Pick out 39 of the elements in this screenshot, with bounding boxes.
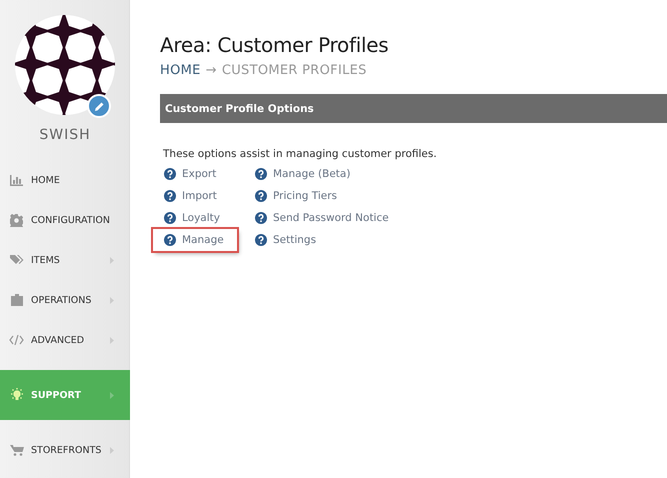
description-text: These options assist in managing customer profiles. [163, 148, 438, 160]
help-icon [255, 190, 267, 202]
help-link[interactable]: Manage [153, 229, 237, 251]
page-title: Area: Customer Profiles [160, 33, 390, 57]
breadcrumb-current: CUSTOMER PROFILES [222, 63, 367, 78]
help-icon [164, 190, 176, 202]
lightbulb-icon [10, 388, 24, 402]
help-icon [164, 168, 176, 180]
nav-item[interactable]: ADVANCED [0, 320, 130, 360]
help-link[interactable]: Import [164, 185, 255, 207]
help-link[interactable]: Settings [255, 229, 389, 251]
help-link[interactable]: Manage (Beta) [255, 163, 389, 185]
help-link[interactable]: Loyalty [164, 207, 255, 229]
nav-item[interactable]: ITEMS [0, 240, 130, 280]
code-icon [9, 335, 24, 345]
help-icon [255, 212, 267, 224]
clipboard-icon [10, 294, 22, 306]
help-icon [255, 168, 267, 180]
bar-chart-icon [10, 174, 23, 186]
nav-item[interactable]: STOREFRONTS [0, 430, 130, 470]
help-icon [164, 212, 176, 224]
gear-icon [10, 214, 23, 226]
breadcrumb-arrow: → [206, 63, 217, 78]
chevron-icon [110, 392, 114, 398]
nav-item[interactable]: CONFIGURATION [0, 200, 130, 240]
help-link[interactable]: Export [164, 163, 255, 185]
breadcrumb-link[interactable]: HOME [160, 63, 201, 78]
help-icon [255, 234, 267, 246]
cart-icon [10, 444, 24, 456]
help-icon [164, 234, 176, 246]
edit-icon[interactable] [87, 94, 111, 118]
nav-item[interactable]: SUPPORT [0, 370, 130, 420]
nav-item[interactable]: HOME [0, 160, 130, 200]
panel-header: Customer Profile Options [160, 94, 667, 123]
tags-icon [10, 255, 24, 265]
help-link[interactable]: Send Password Notice [255, 207, 389, 229]
help-link[interactable]: Pricing Tiers [255, 185, 389, 207]
store-name: SWISH [38, 127, 92, 143]
nav-item[interactable]: OPERATIONS [0, 280, 130, 320]
